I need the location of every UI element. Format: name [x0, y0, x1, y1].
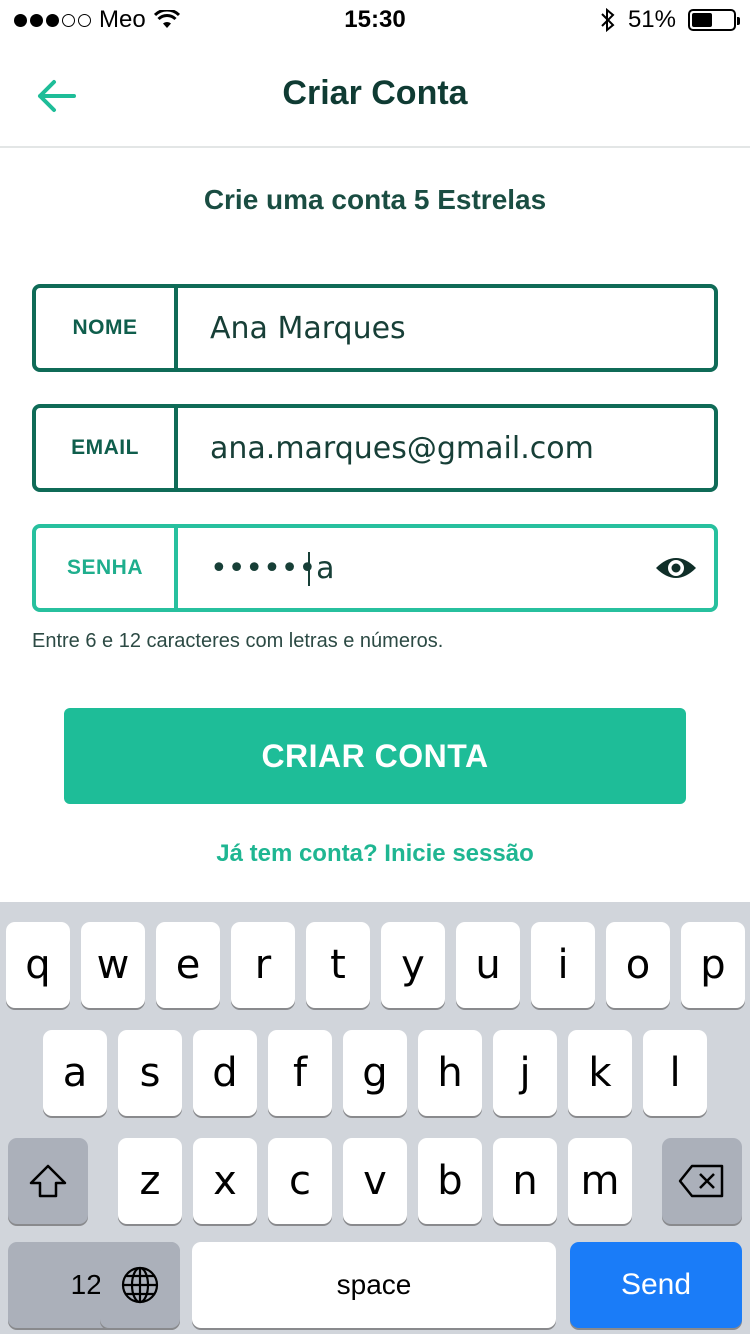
- name-field-label: NOME: [36, 288, 178, 368]
- key-e[interactable]: e: [156, 922, 220, 1008]
- battery-icon: [688, 9, 740, 31]
- password-field[interactable]: SENHA: [32, 524, 718, 612]
- shift-icon: [29, 1164, 67, 1198]
- globe-key[interactable]: [100, 1242, 180, 1328]
- eye-icon[interactable]: [654, 550, 698, 586]
- send-key[interactable]: Send: [570, 1242, 742, 1328]
- password-field-label: SENHA: [36, 528, 178, 608]
- key-l[interactable]: l: [643, 1030, 707, 1116]
- battery-level: [692, 13, 713, 27]
- key-x[interactable]: x: [193, 1138, 257, 1224]
- bluetooth-icon: [601, 8, 615, 32]
- key-i[interactable]: i: [531, 922, 595, 1008]
- name-field[interactable]: NOME: [32, 284, 718, 372]
- globe-icon: [121, 1266, 159, 1304]
- key-k[interactable]: k: [568, 1030, 632, 1116]
- key-u[interactable]: u: [456, 922, 520, 1008]
- key-r[interactable]: r: [231, 922, 295, 1008]
- key-d[interactable]: d: [193, 1030, 257, 1116]
- key-w[interactable]: w: [81, 922, 145, 1008]
- key-m[interactable]: m: [568, 1138, 632, 1224]
- key-q[interactable]: q: [6, 922, 70, 1008]
- key-g[interactable]: g: [343, 1030, 407, 1116]
- key-s[interactable]: s: [118, 1030, 182, 1116]
- key-p[interactable]: p: [681, 922, 745, 1008]
- key-c[interactable]: c: [268, 1138, 332, 1224]
- email-input[interactable]: [178, 408, 714, 488]
- status-bar: Meo 15:30 51%: [0, 0, 750, 40]
- delete-key[interactable]: [662, 1138, 742, 1224]
- key-a[interactable]: a: [43, 1030, 107, 1116]
- key-n[interactable]: n: [493, 1138, 557, 1224]
- key-h[interactable]: h: [418, 1030, 482, 1116]
- key-z[interactable]: z: [118, 1138, 182, 1224]
- key-b[interactable]: b: [418, 1138, 482, 1224]
- backspace-icon: [678, 1164, 724, 1198]
- key-t[interactable]: t: [306, 922, 370, 1008]
- text-cursor: [308, 552, 310, 586]
- battery-percentage: 51%: [627, 6, 676, 33]
- login-link[interactable]: Já tem conta? Inicie sessão: [0, 840, 750, 868]
- device-status: 51%: [600, 6, 740, 34]
- keyboard: qwertyuiop asdfghjkl zxcvbnm 123 space S…: [0, 902, 750, 1334]
- key-j[interactable]: j: [493, 1030, 557, 1116]
- email-field[interactable]: EMAIL: [32, 404, 718, 492]
- key-v[interactable]: v: [343, 1138, 407, 1224]
- password-hint: Entre 6 e 12 caracteres com letras e núm…: [32, 630, 444, 652]
- page-subtitle: Crie uma conta 5 Estrelas: [203, 184, 547, 215]
- page-title: Criar Conta: [282, 74, 468, 112]
- name-input[interactable]: [178, 288, 714, 368]
- nav-header: Criar Conta: [0, 40, 750, 148]
- key-y[interactable]: y: [381, 922, 445, 1008]
- key-f[interactable]: f: [268, 1030, 332, 1116]
- password-input[interactable]: [178, 528, 714, 608]
- key-o[interactable]: o: [606, 922, 670, 1008]
- email-field-label: EMAIL: [36, 408, 178, 488]
- create-account-button[interactable]: CRIAR CONTA: [64, 708, 686, 804]
- shift-key[interactable]: [8, 1138, 88, 1224]
- space-key[interactable]: space: [192, 1242, 556, 1328]
